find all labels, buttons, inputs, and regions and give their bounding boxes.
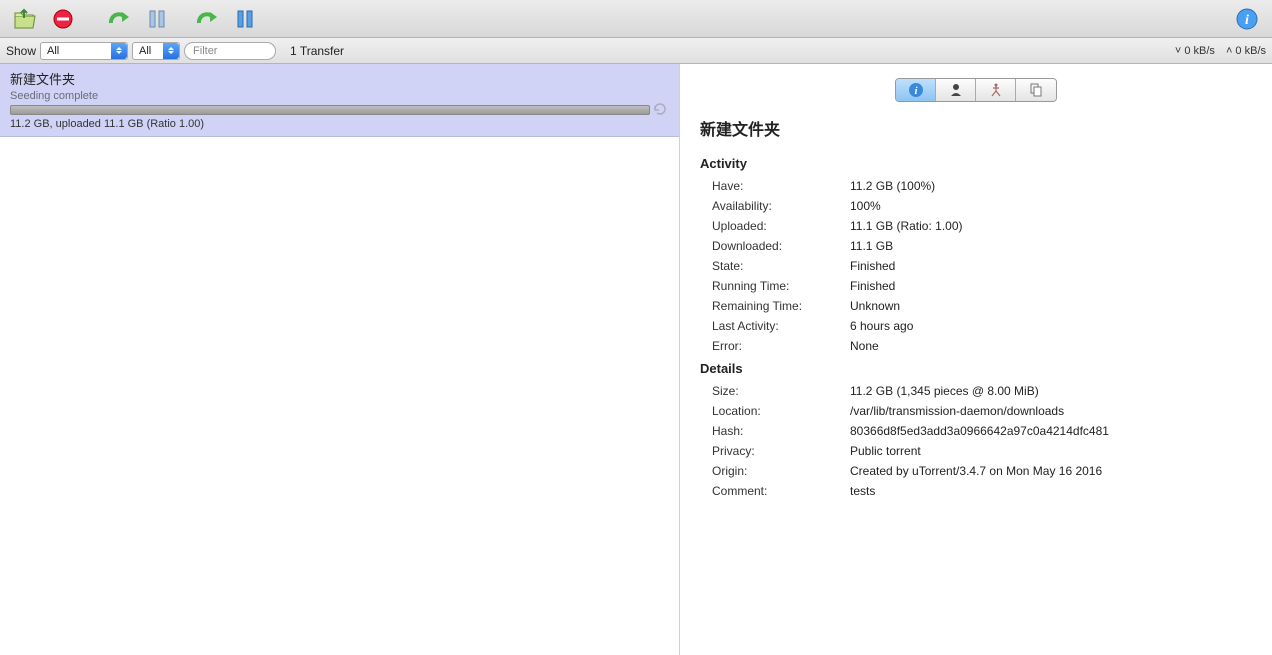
detail-pane: i 新建文件夹 Activity Have:11.2 GB (100%)Avai… (680, 64, 1272, 655)
activity-row: Have:11.2 GB (100%) (700, 179, 1252, 193)
activity-value: 11.1 GB (Ratio: 1.00) (850, 219, 963, 233)
details-key: Comment: (700, 484, 850, 498)
remove-button[interactable] (44, 4, 82, 34)
main-toolbar: i (0, 0, 1272, 38)
details-key: Location: (700, 404, 850, 418)
start-button[interactable] (100, 4, 138, 34)
details-value: 11.2 GB (1,345 pieces @ 8.00 MiB) (850, 384, 1039, 398)
state-filter-select[interactable]: All (40, 42, 128, 60)
activity-row: State:Finished (700, 259, 1252, 273)
details-row: Origin:Created by uTorrent/3.4.7 on Mon … (700, 464, 1252, 478)
activity-row: Uploaded:11.1 GB (Ratio: 1.00) (700, 219, 1252, 233)
details-heading: Details (700, 361, 1252, 376)
details-section: Size:11.2 GB (1,345 pieces @ 8.00 MiB)Lo… (700, 384, 1252, 498)
torrent-item[interactable]: 新建文件夹 Seeding complete 11.2 GB, uploaded… (0, 64, 679, 137)
activity-value: None (850, 339, 879, 353)
tab-info[interactable]: i (896, 79, 936, 101)
activity-row: Remaining Time:Unknown (700, 299, 1252, 313)
activity-row: Last Activity:6 hours ago (700, 319, 1252, 333)
activity-key: Have: (700, 179, 850, 193)
torrent-list: 新建文件夹 Seeding complete 11.2 GB, uploaded… (0, 64, 680, 655)
details-row: Privacy:Public torrent (700, 444, 1252, 458)
details-row: Size:11.2 GB (1,345 pieces @ 8.00 MiB) (700, 384, 1252, 398)
activity-key: Downloaded: (700, 239, 850, 253)
torrent-line: 11.2 GB, uploaded 11.1 GB (Ratio 1.00) (10, 118, 669, 130)
activity-value: 11.1 GB (850, 239, 893, 253)
speed-up: ˄ 0 kB/s (1226, 45, 1266, 57)
tracker-filter-value: All (139, 45, 151, 57)
status-bar: Show All All 1 Transfer ˅ 0 kB/s ˄ 0 kB/… (0, 38, 1272, 64)
details-value: Created by uTorrent/3.4.7 on Mon May 16 … (850, 464, 1102, 478)
show-label: Show (6, 44, 36, 58)
activity-heading: Activity (700, 156, 1252, 171)
state-filter-value: All (47, 45, 59, 57)
main-area: 新建文件夹 Seeding complete 11.2 GB, uploaded… (0, 64, 1272, 655)
details-key: Origin: (700, 464, 850, 478)
progress-bar (10, 105, 650, 115)
activity-key: Error: (700, 339, 850, 353)
details-value: /var/lib/transmission-daemon/downloads (850, 404, 1064, 418)
activity-value: Unknown (850, 299, 900, 313)
activity-value: Finished (850, 279, 895, 293)
start-all-button[interactable] (188, 4, 226, 34)
activity-key: State: (700, 259, 850, 273)
pause-button[interactable] (138, 4, 176, 34)
details-row: Comment:tests (700, 484, 1252, 498)
details-value: 80366d8f5ed3add3a0966642a97c0a4214dfc481 (850, 424, 1109, 438)
transfer-count: 1 Transfer (290, 44, 344, 58)
activity-key: Remaining Time: (700, 299, 850, 313)
activity-row: Error:None (700, 339, 1252, 353)
details-key: Size: (700, 384, 850, 398)
activity-row: Running Time:Finished (700, 279, 1252, 293)
detail-tabs: i (700, 78, 1252, 102)
activity-section: Have:11.2 GB (100%)Availability:100%Uplo… (700, 179, 1252, 353)
activity-key: Last Activity: (700, 319, 850, 333)
svg-text:i: i (1245, 13, 1249, 28)
info-button[interactable]: i (1228, 4, 1266, 34)
pause-all-button[interactable] (226, 4, 264, 34)
torrent-status: Seeding complete (10, 90, 669, 102)
activity-value: 6 hours ago (850, 319, 913, 333)
details-row: Hash:80366d8f5ed3add3a0966642a97c0a4214d… (700, 424, 1252, 438)
speed-down: ˅ 0 kB/s (1175, 45, 1215, 57)
tab-files[interactable] (1016, 79, 1056, 101)
activity-row: Downloaded:11.1 GB (700, 239, 1252, 253)
resume-icon[interactable] (653, 102, 667, 116)
details-value: tests (850, 484, 875, 498)
activity-key: Uploaded: (700, 219, 850, 233)
details-key: Privacy: (700, 444, 850, 458)
activity-value: Finished (850, 259, 895, 273)
activity-value: 100% (850, 199, 881, 213)
filter-input[interactable] (184, 42, 276, 60)
tab-trackers[interactable] (976, 79, 1016, 101)
tab-peers[interactable] (936, 79, 976, 101)
activity-key: Availability: (700, 199, 850, 213)
activity-key: Running Time: (700, 279, 850, 293)
speed-stats: ˅ 0 kB/s ˄ 0 kB/s (1167, 45, 1266, 57)
torrent-name: 新建文件夹 (10, 69, 669, 88)
details-value: Public torrent (850, 444, 921, 458)
details-key: Hash: (700, 424, 850, 438)
detail-title: 新建文件夹 (700, 116, 1252, 140)
tracker-filter-select[interactable]: All (132, 42, 180, 60)
activity-row: Availability:100% (700, 199, 1252, 213)
activity-value: 11.2 GB (100%) (850, 179, 935, 193)
details-row: Location:/var/lib/transmission-daemon/do… (700, 404, 1252, 418)
open-button[interactable] (6, 4, 44, 34)
